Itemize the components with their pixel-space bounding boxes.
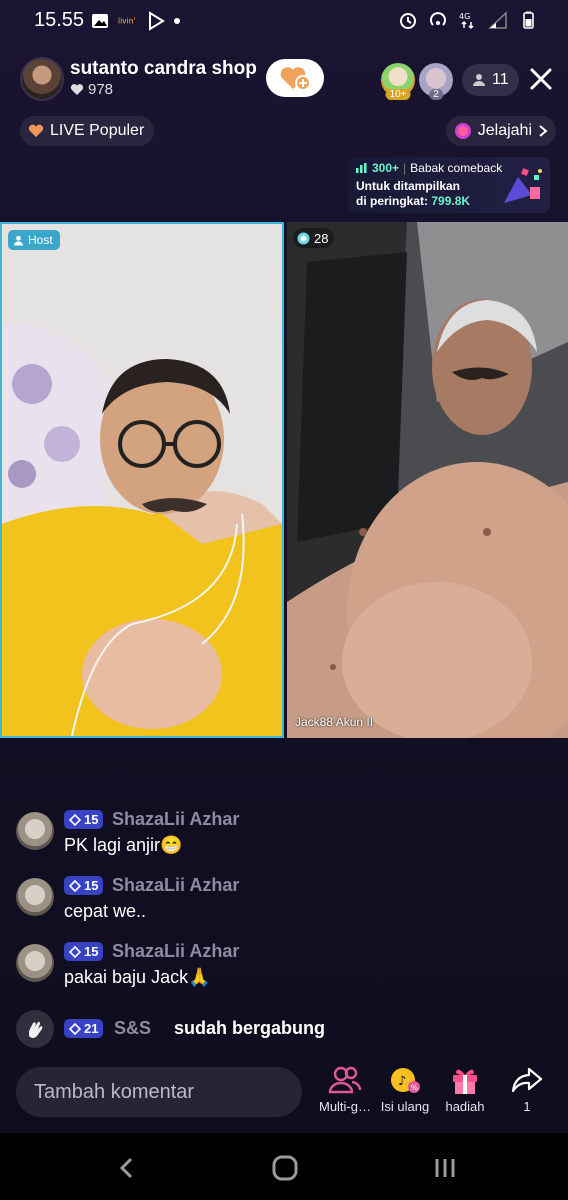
top-viewer-avatar[interactable]: 2 [419, 63, 453, 100]
top-viewers: 10+ 2 [381, 63, 453, 100]
explore-label: Jelajahi [477, 122, 532, 139]
viewer-count-value: 11 [492, 71, 509, 88]
multi-guest-icon [328, 1066, 362, 1094]
status-time: 15.55 [34, 9, 85, 31]
recharge-coin-icon: ♪ % [391, 1068, 420, 1093]
live-stream-screen: 15.55 livin' 4G sutanto candra shop 978 [0, 0, 568, 1200]
svg-text:%: % [411, 1084, 419, 1093]
explore-planet-icon [454, 123, 471, 139]
recharge-button[interactable]: ♪ % Isi ulang [374, 1064, 436, 1120]
likes-count: 978 [88, 81, 114, 98]
host-video-tile[interactable]: Host [0, 222, 284, 738]
score-icon [297, 232, 310, 244]
network-4g-icon: 4G [459, 12, 474, 30]
host-badge-label: Host [28, 233, 53, 247]
level-badge: 21 [64, 1019, 104, 1038]
status-bar: 15.55 livin' 4G [0, 0, 568, 44]
heart-icon [28, 124, 44, 137]
signal-icon [488, 11, 507, 29]
battery-icon [523, 11, 534, 29]
system-nav-bar [0, 1133, 568, 1200]
comeback-value: 799.8K [431, 194, 471, 208]
home-icon[interactable] [270, 1153, 300, 1183]
chat-username[interactable]: ShazaLii Azhar [112, 941, 239, 962]
diamond-icon [69, 813, 81, 826]
gift-label: hadiah [445, 1099, 485, 1114]
recent-apps-icon[interactable] [430, 1153, 460, 1183]
person-icon [473, 74, 485, 86]
chat-username[interactable]: ShazaLii Azhar [112, 875, 239, 896]
level-badge: 15 [64, 810, 104, 829]
recharge-label: Isi ulang [380, 1099, 430, 1114]
viewer-rank-badge: 10+ [385, 89, 411, 100]
share-count: 1 [523, 1099, 531, 1114]
close-icon[interactable] [526, 64, 556, 94]
host-likes: 978 [70, 81, 113, 98]
comeback-line2-prefix: di peringkat: [356, 194, 429, 208]
bars-icon [356, 163, 367, 173]
share-arrow-icon [511, 1067, 543, 1093]
gift-button[interactable]: hadiah [434, 1064, 496, 1120]
chat-text: PK lagi anjir😁 [64, 835, 183, 855]
gallery-icon [92, 14, 108, 28]
party-popper-icon [504, 168, 542, 203]
host-avatar[interactable] [20, 57, 64, 101]
top-viewer-avatar[interactable]: 10+ [381, 63, 415, 100]
chevron-right-icon [539, 125, 548, 137]
chat-avatar[interactable] [16, 812, 54, 850]
gift-icon [453, 1069, 477, 1094]
multi-guest-label: Multi-g… [318, 1099, 371, 1114]
share-button[interactable]: 1 [496, 1064, 558, 1120]
chat-message[interactable]: 15 ShazaLii Azhar cepat we.. [16, 872, 536, 932]
guest-video-feed [287, 222, 568, 738]
host-name[interactable]: sutanto candra shop [70, 58, 257, 80]
chat-avatar[interactable] [16, 944, 54, 982]
chat-text: pakai baju Jack🙏 [64, 967, 211, 987]
alarm-icon [400, 13, 416, 29]
guest-name[interactable]: Jack88 Akun II [295, 715, 373, 729]
chat-avatar[interactable] [16, 878, 54, 916]
play-store-icon [149, 11, 165, 31]
viewer-rank-badge: 2 [429, 89, 443, 100]
comeback-banner[interactable]: 300+ | Babak comeback Untuk ditampilkan … [348, 157, 550, 213]
guest-score-badge: 28 [293, 228, 335, 248]
follow-button[interactable] [266, 59, 324, 97]
heart-icon [70, 84, 84, 95]
chat-message[interactable]: 15 ShazaLii Azhar pakai baju Jack🙏 [16, 938, 536, 998]
svg-text:4G: 4G [459, 12, 470, 21]
guest-score-value: 28 [314, 230, 329, 246]
diamond-icon [69, 945, 81, 958]
back-icon[interactable] [112, 1153, 142, 1183]
host-badge: Host [8, 230, 60, 250]
notification-dot [174, 18, 180, 24]
comment-input[interactable] [16, 1067, 302, 1117]
live-populer-label: LIVE Populer [50, 122, 145, 139]
diamond-icon [69, 1022, 81, 1035]
svg-text:♪: ♪ [398, 1074, 406, 1089]
guest-video-tile[interactable]: 28 Jack88 Akun II [287, 222, 568, 738]
chat-text: cepat we.. [64, 901, 147, 921]
comeback-title: Babak comeback [410, 161, 503, 175]
chat-username[interactable]: ShazaLii Azhar [112, 809, 239, 830]
diamond-icon [69, 879, 81, 892]
svg-text:livin': livin' [118, 17, 136, 26]
join-text: sudah bergabung [174, 1018, 326, 1038]
multi-guest-button[interactable]: Multi-g… [314, 1064, 376, 1120]
join-notification: 21 S&S sudah bergabung [16, 1010, 536, 1050]
wave-hand-icon [16, 1010, 54, 1048]
explore-chip[interactable]: Jelajahi [445, 116, 556, 146]
level-badge: 15 [64, 942, 104, 961]
host-video-feed [2, 224, 282, 736]
viewer-count[interactable]: 11 [462, 64, 519, 96]
person-icon [13, 235, 24, 246]
hotspot-icon [430, 12, 446, 26]
comeback-count: 300+ [372, 161, 400, 175]
livin-app-icon: livin' [118, 17, 136, 26]
chat-message[interactable]: 15 ShazaLii Azhar PK lagi anjir😁 [16, 806, 536, 866]
join-username[interactable]: S&S [114, 1018, 151, 1039]
level-badge: 15 [64, 876, 104, 895]
heart-plus-icon [280, 67, 311, 91]
live-populer-chip[interactable]: LIVE Populer [20, 116, 155, 146]
